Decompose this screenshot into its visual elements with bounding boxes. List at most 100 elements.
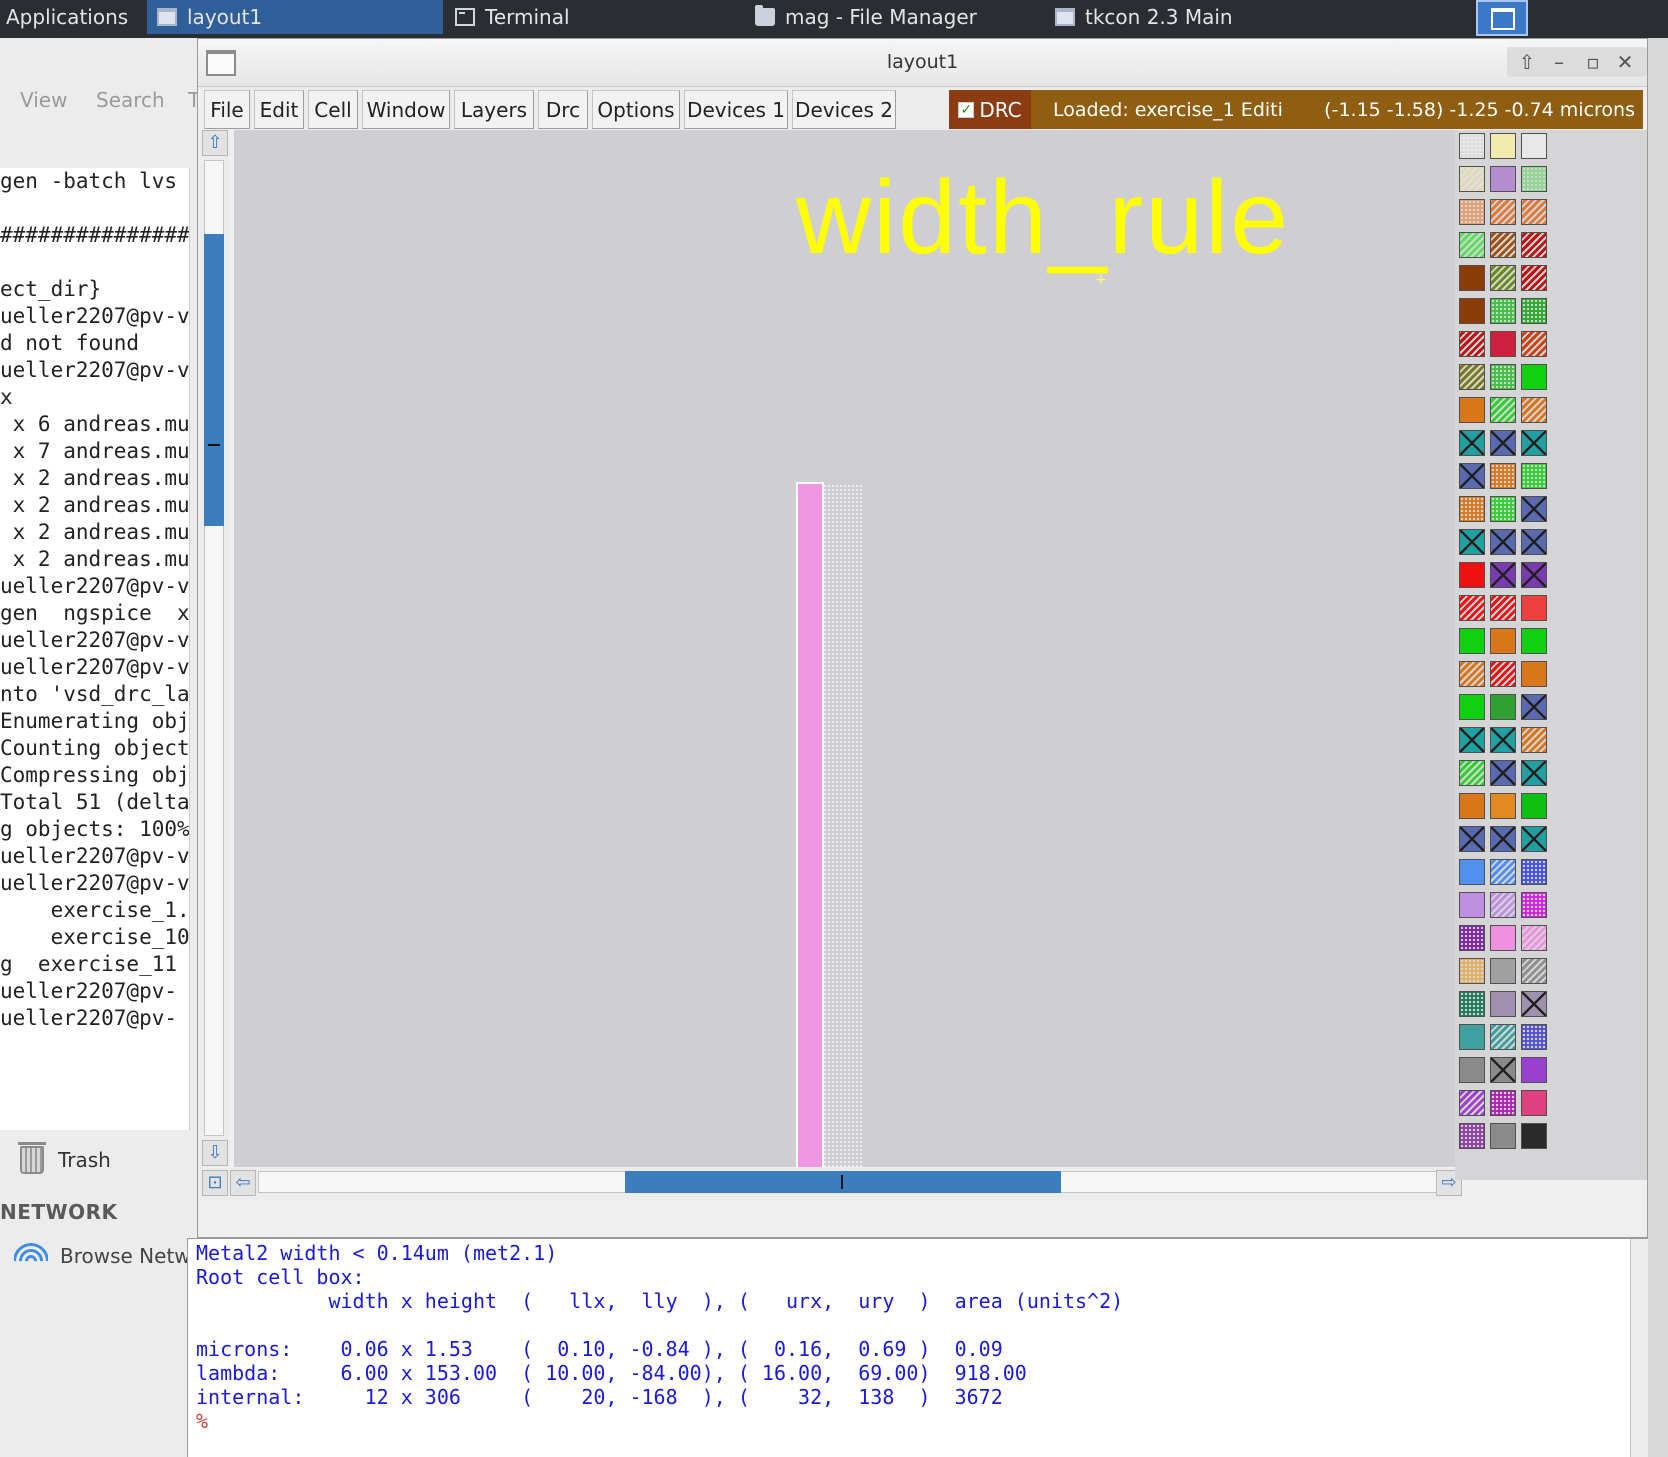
menu-layers[interactable]: Layers [454,90,534,129]
layer-swatch[interactable] [1490,595,1516,621]
layer-swatch[interactable] [1521,1057,1547,1083]
layer-swatch[interactable] [1490,1057,1516,1083]
layer-swatch[interactable] [1521,694,1547,720]
layer-swatch[interactable] [1490,1090,1516,1116]
menu-window[interactable]: Window [362,90,450,129]
scroll-down-icon[interactable]: ⇩ [202,1140,228,1166]
layer-swatch[interactable] [1490,430,1516,456]
layer-swatch[interactable] [1490,265,1516,291]
layer-swatch[interactable] [1459,892,1485,918]
menu-edit[interactable]: Edit [254,90,304,129]
window-titlebar[interactable]: layout1 ⇧ – ▫ ✕ [198,39,1647,87]
layer-swatch[interactable] [1521,925,1547,951]
drc-toggle[interactable]: ✓ DRC [949,90,1031,129]
console-scrollbar[interactable] [1630,1239,1648,1457]
layer-swatch[interactable] [1459,496,1485,522]
layer-swatch[interactable] [1459,958,1485,984]
layer-swatch[interactable] [1490,760,1516,786]
layer-swatch[interactable] [1459,1024,1485,1050]
layer-swatch[interactable] [1490,826,1516,852]
layer-swatch[interactable] [1521,463,1547,489]
shade-icon[interactable]: ⇧ [1511,47,1543,77]
vertical-scroll-thumb[interactable] [204,234,224,526]
menu-file[interactable]: File [204,90,250,129]
menu-devices-2[interactable]: Devices 2 [792,90,896,129]
horizontal-scroll-thumb[interactable] [625,1171,1061,1193]
layer-swatch[interactable] [1521,496,1547,522]
layer-swatch[interactable] [1521,661,1547,687]
layer-swatch[interactable] [1521,826,1547,852]
layer-swatch[interactable] [1459,826,1485,852]
task-layout1[interactable]: layout1 [147,0,443,34]
layer-swatch[interactable] [1521,991,1547,1017]
layer-swatch[interactable] [1521,859,1547,885]
layer-swatch[interactable] [1459,133,1485,159]
sidebar-item-trash[interactable]: Trash [18,1142,111,1174]
layer-swatch[interactable] [1490,859,1516,885]
layer-swatch[interactable] [1490,793,1516,819]
layer-swatch[interactable] [1490,133,1516,159]
layer-swatch[interactable] [1490,298,1516,324]
layer-swatch[interactable] [1490,232,1516,258]
layer-swatch[interactable] [1490,331,1516,357]
layer-swatch[interactable] [1459,331,1485,357]
layout-canvas[interactable]: width_rule + [234,130,1462,1167]
layer-swatch[interactable] [1490,364,1516,390]
layer-swatch[interactable] [1490,1123,1516,1149]
task-terminal[interactable]: Terminal [445,0,741,34]
layer-swatch[interactable] [1459,199,1485,225]
layer-swatch[interactable] [1490,925,1516,951]
menu-cell[interactable]: Cell [308,90,358,129]
layer-swatch[interactable] [1459,760,1485,786]
sidebar-item-browse-network[interactable]: Browse Netw [14,1243,191,1269]
layer-swatch[interactable] [1459,166,1485,192]
layer-swatch[interactable] [1490,166,1516,192]
minimize-icon[interactable]: – [1543,47,1575,77]
layer-swatch[interactable] [1521,529,1547,555]
layer-swatch[interactable] [1521,364,1547,390]
layer-swatch[interactable] [1490,661,1516,687]
layer-swatch[interactable] [1521,562,1547,588]
menu-devices-1[interactable]: Devices 1 [684,90,788,129]
menu-view[interactable]: View [20,88,67,112]
layer-swatch[interactable] [1521,331,1547,357]
show-desktop-button[interactable] [1476,0,1528,36]
layer-swatch[interactable] [1490,892,1516,918]
menu-drc[interactable]: Drc [538,90,588,129]
layer-swatch[interactable] [1521,397,1547,423]
layer-swatch[interactable] [1521,232,1547,258]
layer-swatch[interactable] [1459,694,1485,720]
layer-swatch[interactable] [1521,166,1547,192]
layer-swatch[interactable] [1459,1090,1485,1116]
layer-swatch[interactable] [1490,991,1516,1017]
layer-swatch[interactable] [1521,892,1547,918]
layer-swatch[interactable] [1521,133,1547,159]
layer-swatch[interactable] [1521,430,1547,456]
layer-swatch[interactable] [1490,727,1516,753]
layer-swatch[interactable] [1459,265,1485,291]
layer-swatch[interactable] [1459,1057,1485,1083]
layer-swatch[interactable] [1459,529,1485,555]
layer-swatch[interactable] [1459,859,1485,885]
menu-search[interactable]: Search [96,88,165,112]
layer-swatch[interactable] [1521,760,1547,786]
layer-swatch[interactable] [1521,595,1547,621]
horizontal-scrollbar[interactable]: ⊡ ⇦ ⇨ [200,1168,1462,1200]
console-prompt[interactable]: % [196,1409,208,1433]
layer-swatch[interactable] [1521,793,1547,819]
scroll-up-icon[interactable]: ⇧ [202,130,228,156]
layer-swatch[interactable] [1490,1024,1516,1050]
layer-swatch[interactable] [1459,232,1485,258]
layer-swatch[interactable] [1521,298,1547,324]
layer-swatch[interactable] [1459,991,1485,1017]
layer-swatch[interactable] [1521,265,1547,291]
applications-menu[interactable]: Applications [0,0,130,34]
layer-swatch[interactable] [1490,529,1516,555]
layer-swatch[interactable] [1521,1090,1547,1116]
layer-swatch[interactable] [1521,727,1547,753]
layer-swatch[interactable] [1521,1123,1547,1149]
layer-swatch[interactable] [1490,463,1516,489]
layer-swatch[interactable] [1490,397,1516,423]
layer-swatch[interactable] [1459,595,1485,621]
layer-swatch[interactable] [1490,562,1516,588]
